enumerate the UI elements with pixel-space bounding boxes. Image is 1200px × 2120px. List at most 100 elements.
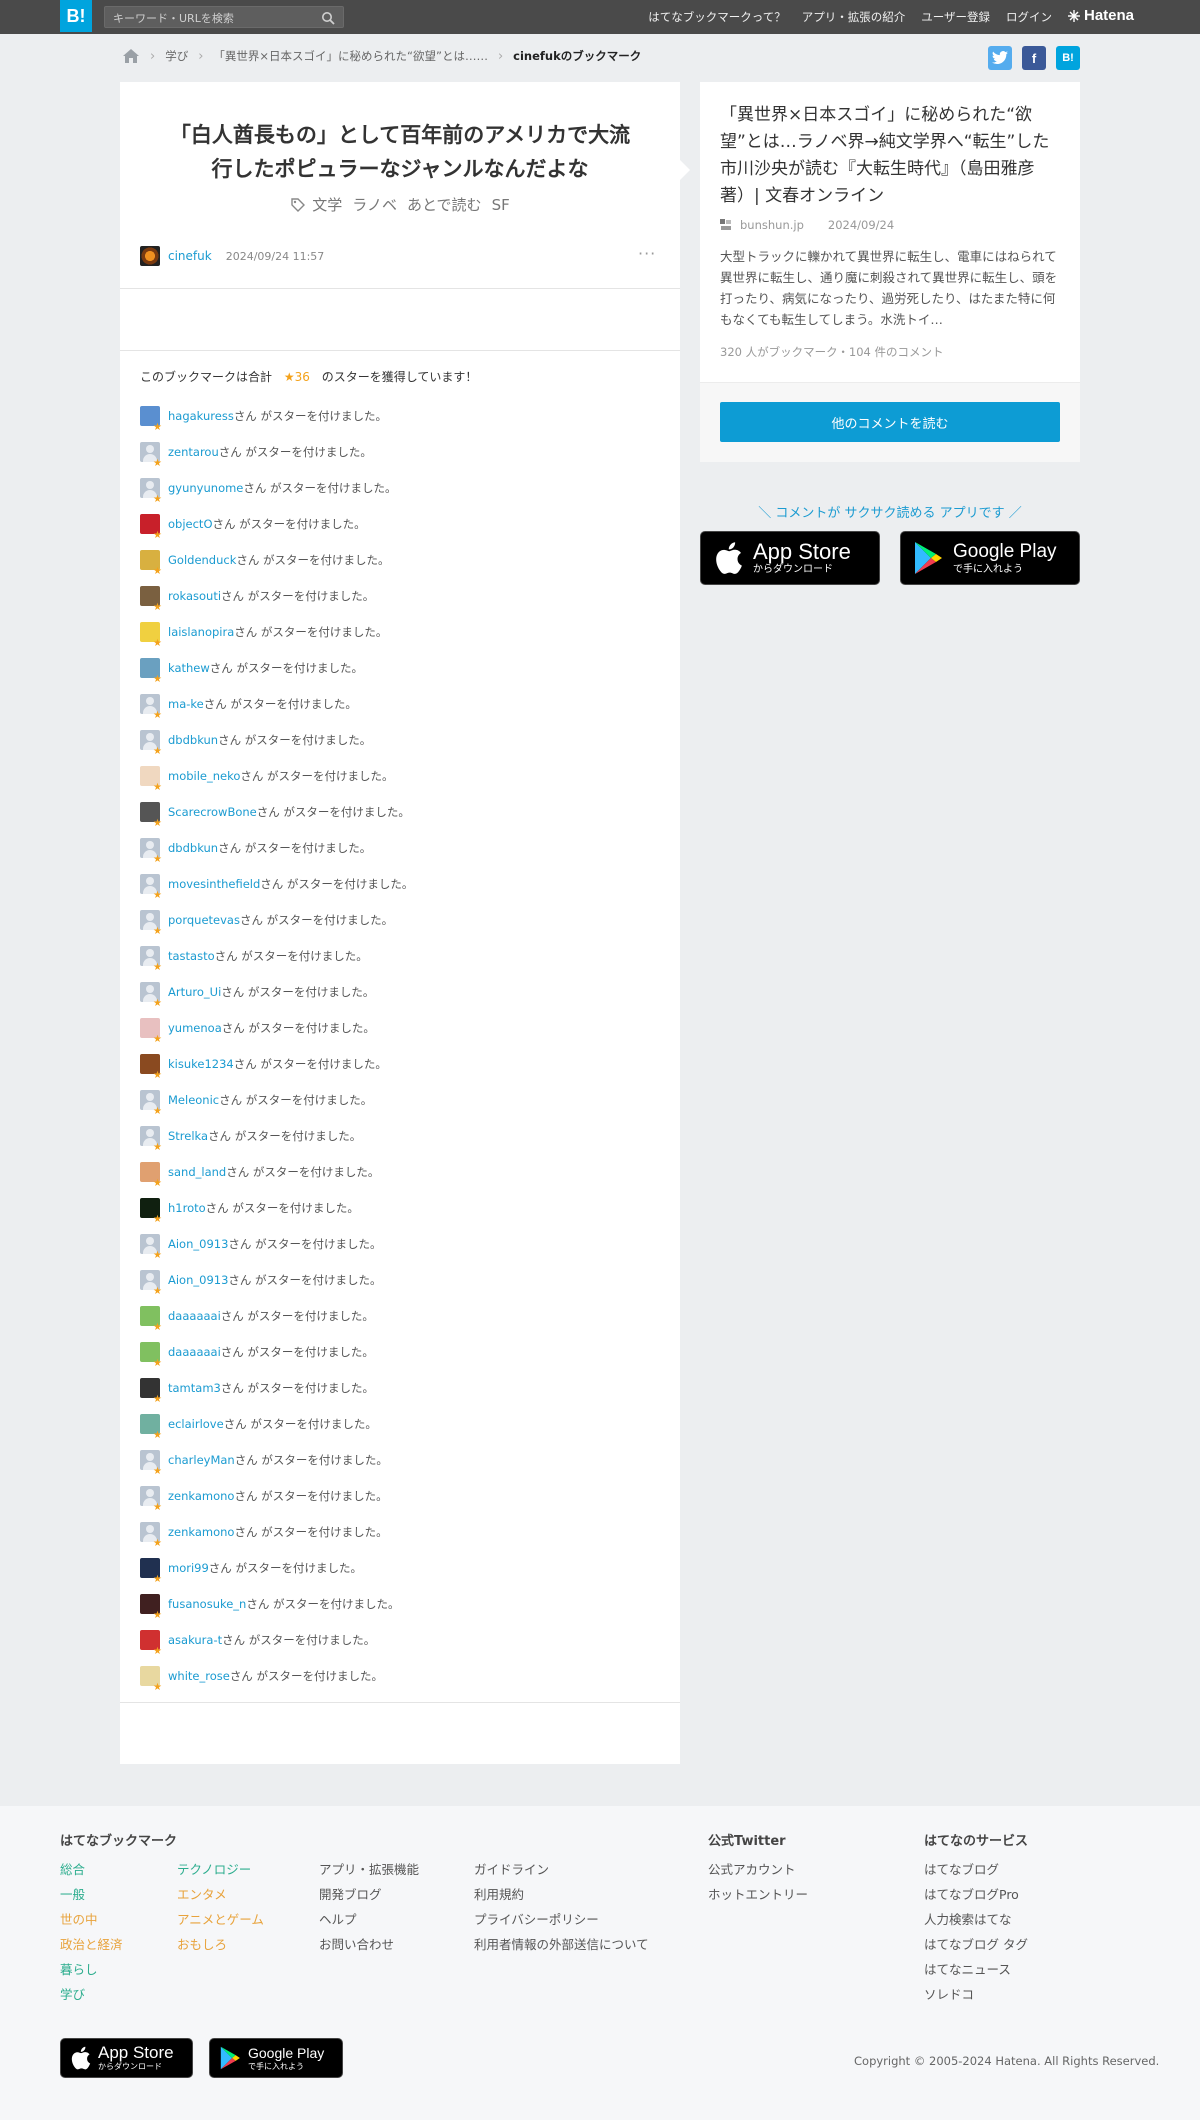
nav-apps[interactable]: アプリ・拡張の紹介 — [802, 9, 906, 25]
star-username[interactable]: Goldenduck — [168, 553, 236, 567]
star-icon: ★ — [153, 890, 162, 901]
nav-about[interactable]: はてなブックマークって？ — [648, 9, 785, 25]
footer-link[interactable]: 利用者情報の外部送信について — [474, 1936, 649, 1953]
star-username[interactable]: white_rose — [168, 1669, 230, 1683]
footer-link-category[interactable]: 世の中 — [60, 1911, 123, 1928]
twitter-icon — [992, 51, 1008, 64]
footer-link[interactable]: お問い合わせ — [319, 1936, 419, 1953]
star-username[interactable]: hagakuress — [168, 409, 234, 423]
star-icon: ★ — [153, 422, 162, 433]
footer-link[interactable]: はてなブログPro — [924, 1886, 1028, 1903]
hatebu-share-button[interactable]: B! — [1056, 46, 1080, 70]
star-icon: ★ — [153, 1682, 162, 1693]
bookmark-username[interactable]: cinefuk — [168, 249, 212, 263]
star-username[interactable]: h1roto — [168, 1201, 206, 1215]
star-username[interactable]: yumenoa — [168, 1021, 222, 1035]
footer-link-category[interactable]: 一般 — [60, 1886, 123, 1903]
star-username[interactable]: Aion_0913 — [168, 1273, 228, 1287]
star-username[interactable]: daaaaaai — [168, 1309, 221, 1323]
footer-link[interactable]: ヘルプ — [319, 1911, 419, 1928]
footer-link[interactable]: ガイドライン — [474, 1861, 649, 1878]
nav-register[interactable]: ユーザー登録 — [921, 9, 990, 25]
footer-link-category[interactable]: アニメとゲーム — [177, 1911, 264, 1928]
read-comments-button[interactable]: 他のコメントを読む — [720, 402, 1060, 442]
tag[interactable]: ラノベ — [352, 194, 397, 215]
tag[interactable]: 文学 — [312, 194, 342, 215]
star-username[interactable]: Meleonic — [168, 1093, 219, 1107]
default-avatar-head — [146, 1453, 154, 1461]
star-username[interactable]: fusanosuke_n — [168, 1597, 246, 1611]
star-username[interactable]: movesinthefield — [168, 877, 260, 891]
star-username[interactable]: kisuke1234 — [168, 1057, 234, 1071]
app-store-button[interactable]: App Store からダウンロード — [700, 531, 880, 585]
star-username[interactable]: gyunyunome — [168, 481, 243, 495]
star-icon: ★ — [153, 1178, 162, 1189]
breadcrumb: › 学び › 「異世界×日本スゴイ」に秘められた“欲望”とは…… › cinef… — [122, 46, 641, 66]
avatar[interactable] — [140, 246, 160, 266]
footer-link[interactable]: ソレドコ — [924, 1986, 1028, 2003]
footer-link[interactable]: はてなニュース — [924, 1961, 1028, 1978]
star-username[interactable]: ScarecrowBone — [168, 805, 257, 819]
breadcrumb-category[interactable]: 学び — [165, 48, 188, 64]
star-username[interactable]: zenkamono — [168, 1525, 234, 1539]
hatena-logo[interactable]: Hatena — [1068, 7, 1134, 24]
home-icon[interactable] — [122, 47, 140, 65]
star-username[interactable]: tastasto — [168, 949, 215, 963]
more-menu-button[interactable]: ··· — [638, 244, 656, 263]
footer-link[interactable]: はてなブログ タグ — [924, 1936, 1028, 1953]
star-username[interactable]: kathew — [168, 661, 210, 675]
entry-title[interactable]: 「異世界×日本スゴイ」に秘められた“欲望”とは…ラノベ界→純文学界へ“転生”した… — [720, 102, 1062, 210]
search-input[interactable] — [105, 8, 305, 29]
star-username[interactable]: asakura-t — [168, 1633, 222, 1647]
star-username[interactable]: charleyMan — [168, 1453, 235, 1467]
facebook-share-button[interactable]: f — [1022, 46, 1046, 70]
star-username[interactable]: rokasouti — [168, 589, 221, 603]
star-username[interactable]: dbdbkun — [168, 841, 218, 855]
footer-link-category[interactable]: 政治と経済 — [60, 1936, 123, 1953]
twitter-share-button[interactable] — [988, 46, 1012, 70]
footer-google-play-button[interactable]: Google Play で手に入れよう — [209, 2038, 343, 2078]
star-username[interactable]: Aion_0913 — [168, 1237, 228, 1251]
footer-link[interactable]: はてなブログ — [924, 1861, 1028, 1878]
footer-link[interactable]: 人力検索はてな — [924, 1911, 1028, 1928]
tag[interactable]: あとで読む — [407, 194, 482, 215]
star-username[interactable]: sand_land — [168, 1165, 226, 1179]
footer-app-store-button[interactable]: App Store からダウンロード — [60, 2038, 193, 2078]
footer-link-category[interactable]: テクノロジー — [177, 1861, 264, 1878]
star-username[interactable]: porquetevas — [168, 913, 240, 927]
star-username[interactable]: laislanopira — [168, 625, 234, 639]
star-username[interactable]: objectO — [168, 517, 213, 531]
footer-link[interactable]: 開発ブログ — [319, 1886, 419, 1903]
footer-link-category[interactable]: エンタメ — [177, 1886, 264, 1903]
star-username[interactable]: ma-ke — [168, 697, 204, 711]
star-username[interactable]: Strelka — [168, 1129, 208, 1143]
tag[interactable]: SF — [492, 196, 510, 214]
footer-link-category[interactable]: 総合 — [60, 1861, 123, 1878]
footer-link[interactable]: プライバシーポリシー — [474, 1911, 649, 1928]
breadcrumb-entry[interactable]: 「異世界×日本スゴイ」に秘められた“欲望”とは…… — [213, 48, 488, 64]
star-username[interactable]: daaaaaai — [168, 1345, 221, 1359]
footer-link-category[interactable]: 暮らし — [60, 1961, 123, 1978]
nav-login[interactable]: ログイン — [1006, 9, 1052, 25]
star-username[interactable]: mobile_neko — [168, 769, 240, 783]
footer-link[interactable]: ホットエントリー — [708, 1886, 808, 1903]
entry-domain[interactable]: bunshun.jp — [740, 218, 804, 232]
star-message: さん がスターを付けました。 — [205, 1201, 359, 1215]
star-username[interactable]: Arturo_Ui — [168, 985, 221, 999]
footer-link-category[interactable]: おもしろ — [177, 1936, 264, 1953]
hatebu-logo[interactable]: B! — [60, 0, 92, 32]
footer-link-category[interactable]: 学び — [60, 1986, 123, 2003]
search-icon[interactable] — [321, 11, 335, 25]
star-username[interactable]: tamtam3 — [168, 1381, 221, 1395]
star-list-item: ★ white_rose さん がスターを付けました。 — [140, 1658, 660, 1694]
star-user-list: ★ hagakuress さん がスターを付けました。 ★ zentarou さん がスタ… — [140, 398, 660, 1694]
footer-link[interactable]: 公式アカウント — [708, 1861, 808, 1878]
star-username[interactable]: eclairlove — [168, 1417, 224, 1431]
footer-link[interactable]: アプリ・拡張機能 — [319, 1861, 419, 1878]
google-play-button[interactable]: Google Play で手に入れよう — [900, 531, 1080, 585]
star-username[interactable]: dbdbkun — [168, 733, 218, 747]
footer-link[interactable]: 利用規約 — [474, 1886, 649, 1903]
star-username[interactable]: zentarou — [168, 445, 219, 459]
star-username[interactable]: zenkamono — [168, 1489, 234, 1503]
star-username[interactable]: mori99 — [168, 1561, 209, 1575]
